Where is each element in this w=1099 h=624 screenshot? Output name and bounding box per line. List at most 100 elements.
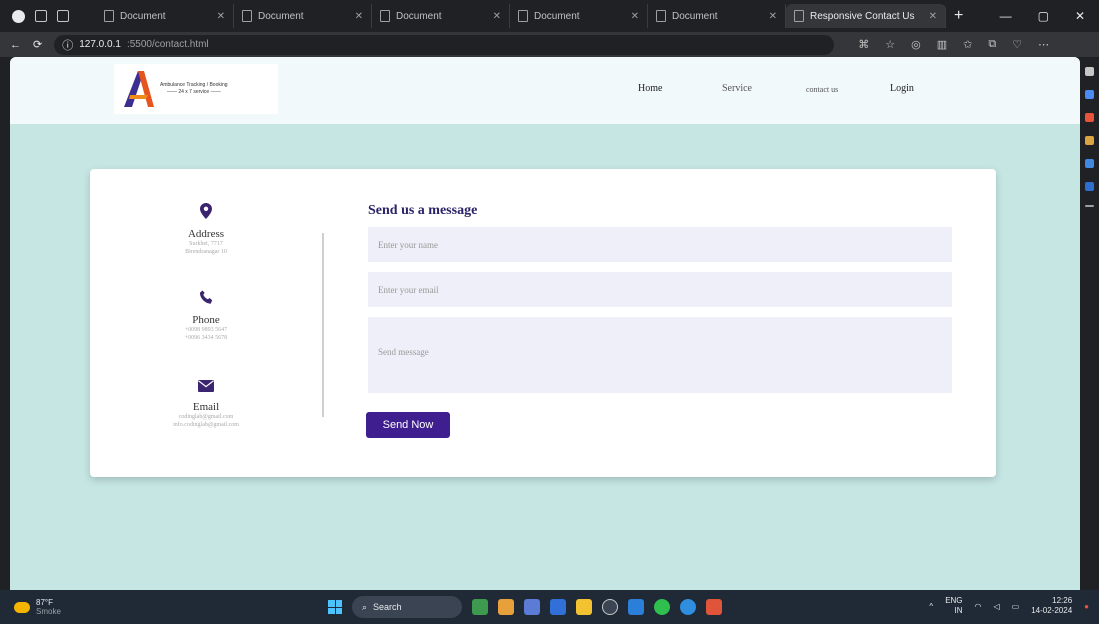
browser-tab-active[interactable]: Responsive Contact Us ✕ [786, 4, 946, 28]
browser-tab[interactable]: Document ✕ [510, 4, 648, 28]
weather-widget[interactable]: 87°F Smoke [0, 598, 200, 616]
shopping-icon[interactable] [1085, 113, 1094, 122]
search-icon[interactable] [1085, 67, 1094, 76]
outlook-icon[interactable] [1085, 182, 1094, 191]
search-icon: ⌕ [362, 601, 368, 612]
start-icon[interactable] [328, 600, 342, 614]
tab-label: Responsive Contact Us [810, 10, 915, 22]
nav-links: Home Service contact us Login [638, 83, 974, 94]
nav-home[interactable]: Home [638, 83, 722, 94]
tab-label: Document [258, 10, 304, 22]
clock[interactable]: 12:26 14-02-2024 [1031, 596, 1072, 616]
close-icon[interactable]: ✕ [355, 11, 363, 22]
whatsapp-icon[interactable] [654, 599, 670, 615]
back-icon[interactable]: ← [10, 39, 21, 51]
games-icon[interactable] [1085, 159, 1094, 168]
window-controls [0, 9, 96, 23]
extensions-icon[interactable]: ♡ [1012, 38, 1022, 51]
file-explorer-icon[interactable] [576, 599, 592, 615]
page-icon [794, 10, 804, 22]
site-navbar: Ambulance Tracking / Booking —— 24 x 7 s… [10, 57, 1080, 124]
favorite-star-icon[interactable]: ☆ [885, 38, 895, 51]
workspaces-icon[interactable] [35, 10, 47, 22]
url-field[interactable]: ⓘ 127.0.0.1:5500/contact.html [54, 34, 835, 55]
widget-app-icon[interactable] [472, 599, 488, 615]
site-logo[interactable]: Ambulance Tracking / Booking —— 24 x 7 s… [114, 64, 278, 114]
add-icon[interactable] [1085, 205, 1094, 207]
minimize-icon[interactable]: — [1000, 9, 1012, 23]
favorites-icon[interactable]: ✩ [963, 38, 972, 51]
battery-icon[interactable]: ▭ [1012, 602, 1020, 611]
taskbar-apps: ⌕ Search [328, 596, 722, 618]
tab-actions-icon[interactable] [57, 10, 69, 22]
chrome-icon[interactable] [602, 599, 618, 615]
phone-block: Phone +0098 9893 5647 +0096 3434 5678 [90, 289, 322, 342]
send-now-button[interactable]: Send Now [366, 412, 450, 438]
tools-icon[interactable] [1085, 136, 1094, 145]
close-icon[interactable]: ✕ [769, 11, 777, 22]
window-buttons: — ▢ ✕ [1000, 9, 1099, 23]
split-screen-icon[interactable]: ▥ [937, 38, 947, 51]
close-window-icon[interactable]: ✕ [1075, 9, 1085, 23]
windows-taskbar: 87°F Smoke ⌕ Search ^ ENG IN ◠ ◁ ▭ 12:26… [0, 590, 1099, 624]
brave-icon[interactable] [706, 599, 722, 615]
contact-card: Address Surkhet, 7717 Birendranagar 10 P… [90, 169, 996, 477]
volume-icon[interactable]: ◁ [994, 602, 1000, 611]
logo-line-1: Ambulance Tracking / Booking [160, 82, 228, 88]
store-icon[interactable] [550, 599, 566, 615]
chevron-up-icon[interactable]: ^ [929, 602, 933, 611]
name-input[interactable] [368, 227, 952, 262]
email-title: Email [192, 401, 220, 413]
reload-icon[interactable]: ⟳ [33, 38, 42, 51]
address-bar: ← ⟳ ⓘ 127.0.0.1:5500/contact.html ⌘ ☆ ◎ … [0, 32, 1099, 57]
message-input[interactable] [368, 317, 952, 393]
email-input[interactable] [368, 272, 952, 307]
page-icon [380, 10, 390, 22]
translate-icon[interactable]: ⌘ [858, 38, 869, 51]
edge-icon[interactable] [680, 599, 696, 615]
profile-icon[interactable] [12, 9, 25, 23]
maximize-icon[interactable]: ▢ [1038, 9, 1049, 23]
notification-icon[interactable]: ● [1084, 602, 1089, 611]
taskbar-search[interactable]: ⌕ Search [352, 596, 462, 618]
copilot-app-icon[interactable] [498, 599, 514, 615]
teams-icon[interactable] [524, 599, 540, 615]
close-icon[interactable]: ✕ [493, 11, 501, 22]
nav-login[interactable]: Login [890, 83, 974, 94]
browser-tab[interactable]: Document ✕ [372, 4, 510, 28]
logo-line-2: —— 24 x 7 service —— [166, 89, 221, 95]
lang-code: ENG [945, 596, 963, 605]
close-icon[interactable]: ✕ [631, 11, 639, 22]
nav-service[interactable]: Service [722, 83, 806, 94]
browser-tab[interactable]: Document ✕ [648, 4, 786, 28]
new-tab-icon[interactable]: + [954, 7, 963, 25]
vertical-divider [322, 233, 324, 417]
browser-sidebar [1080, 57, 1099, 590]
close-icon[interactable]: ✕ [217, 11, 225, 22]
collections-icon[interactable]: ⧉ [988, 38, 996, 51]
more-icon[interactable]: ⋯ [1038, 38, 1049, 51]
weather-text: 87°F Smoke [36, 598, 61, 616]
phone-line: +0098 9893 5647 [184, 327, 228, 333]
nav-contact-us[interactable]: contact us [806, 83, 890, 94]
copilot-icon[interactable] [1085, 90, 1094, 99]
page-icon [656, 10, 666, 22]
address-line: Surkhet, 7717 [189, 241, 223, 247]
search-label: Search [373, 602, 402, 612]
address-line: Birendranagar 10 [185, 249, 227, 255]
vscode-icon[interactable] [628, 599, 644, 615]
tab-label: Document [120, 10, 166, 22]
logo-text: Ambulance Tracking / Booking —— 24 x 7 s… [160, 82, 228, 96]
weather-desc: Smoke [36, 607, 61, 616]
wifi-icon[interactable]: ◠ [975, 602, 982, 611]
close-icon[interactable]: ✕ [929, 11, 937, 22]
browser-tab[interactable]: Document ✕ [234, 4, 372, 28]
email-block: Email codinglab@gmail.com info.codinglab… [90, 379, 322, 429]
page-icon [518, 10, 528, 22]
system-tray: ^ ENG IN ◠ ◁ ▭ 12:26 14-02-2024 ● [929, 596, 1089, 616]
browser-tab[interactable]: Document ✕ [96, 4, 234, 28]
language-indicator[interactable]: ENG IN [945, 596, 962, 616]
refresh-icon[interactable]: ◎ [911, 38, 921, 51]
info-icon[interactable]: ⓘ [62, 37, 73, 53]
tab-label: Document [534, 10, 580, 22]
